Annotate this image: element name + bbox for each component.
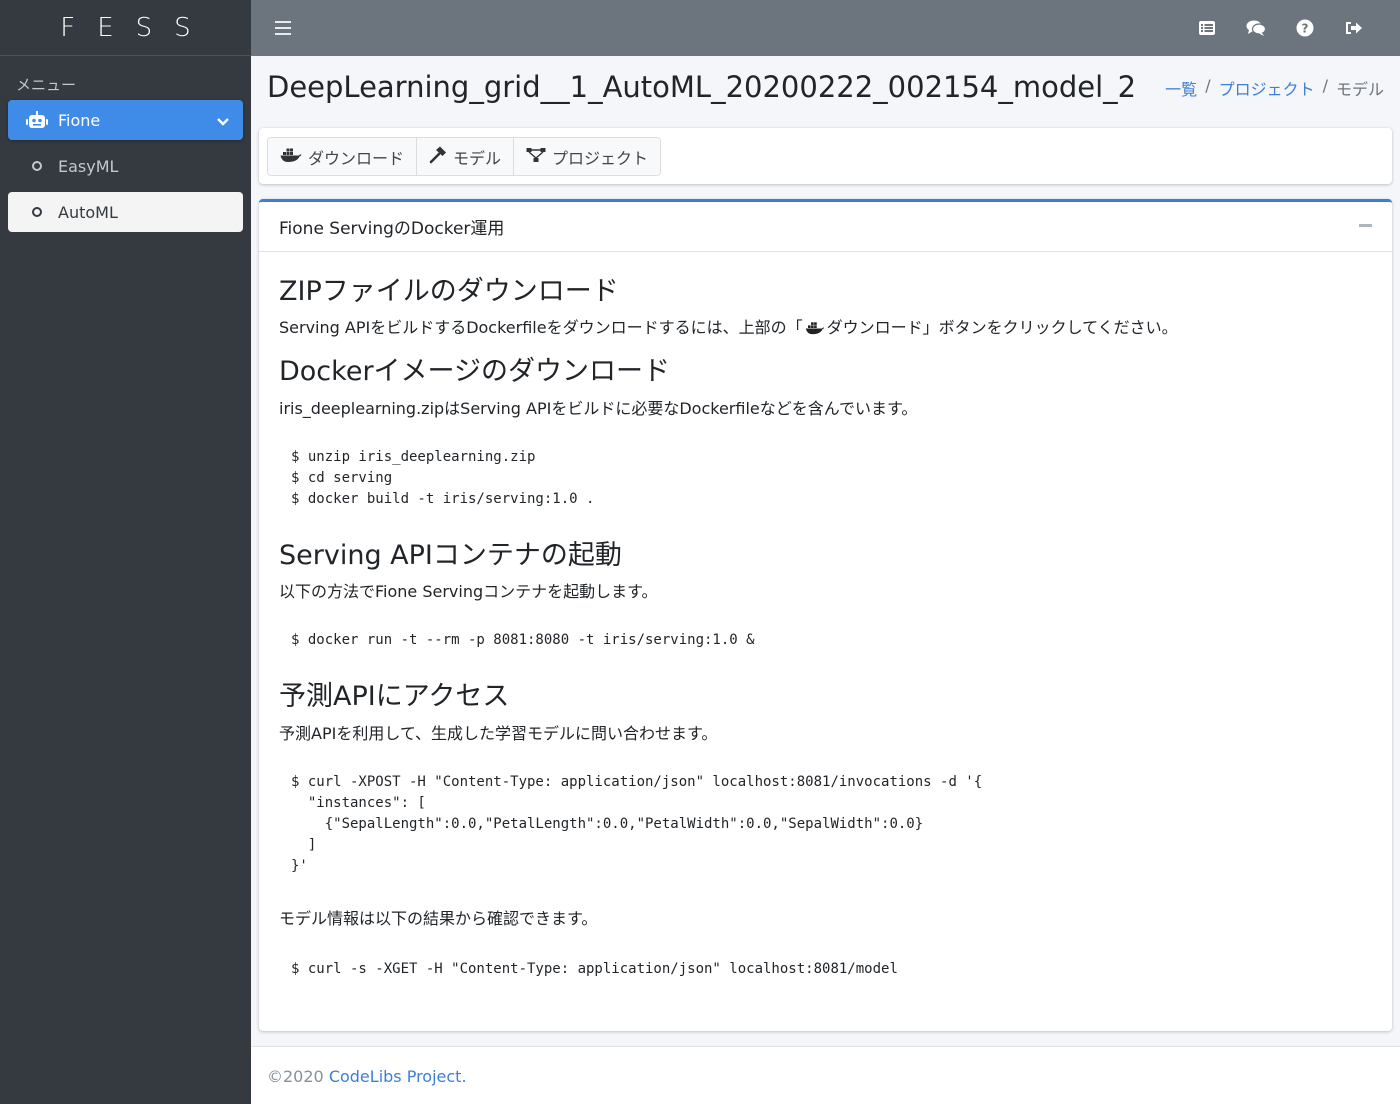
code-block: $ docker run -t --rm -p 8081:8080 -t iri…: [291, 632, 755, 649]
code-block: $ curl -s -XGET -H "Content-Type: applic…: [291, 960, 898, 977]
section-text: 以下の方法でFione Servingコンテナを起動します。: [279, 582, 658, 602]
sidebar-item-fione[interactable]: Fione: [8, 100, 243, 140]
circle-icon: [24, 207, 50, 217]
section-heading: Serving APIコンテナの起動: [279, 539, 622, 571]
toolbar-button-group: ダウンロード モデル プロジェクト: [267, 137, 662, 176]
comments-icon[interactable]: [1231, 18, 1280, 38]
menu-header: メニュー: [16, 76, 77, 94]
section-text: モデル情報は以下の結果から確認できます。: [279, 908, 598, 928]
section-text: iris_deeplearning.zipはServing APIをビルドに必要…: [279, 398, 918, 418]
sidebar-item-label: AutoML: [58, 202, 118, 222]
brand-logo[interactable]: FESS: [0, 0, 251, 56]
chevron-down-icon: [217, 112, 229, 131]
brand-text: FESS: [60, 12, 213, 43]
sidebar-item-easyml[interactable]: EasyML: [8, 146, 243, 186]
sidebar-item-label: EasyML: [58, 156, 119, 176]
top-navbar: ?: [251, 0, 1400, 56]
collapse-icon[interactable]: [1359, 224, 1372, 227]
model-button[interactable]: モデル: [417, 138, 515, 175]
section-text: Serving APIをビルドするDockerfileをダウンロードするには、上…: [279, 316, 1372, 342]
card-header: Fione ServingのDocker運用: [259, 202, 1392, 252]
help-icon[interactable]: ?: [1280, 18, 1329, 38]
docker-usage-card: Fione ServingのDocker運用 ZIPファイルのダウンロード Se…: [259, 199, 1392, 1031]
breadcrumb-current: モデル: [1335, 80, 1384, 99]
section-text: 予測APIを利用して、生成した学習モデルに問い合わせます。: [279, 723, 718, 743]
project-button[interactable]: プロジェクト: [514, 138, 661, 175]
section-heading: ZIPファイルのダウンロード: [279, 276, 619, 307]
code-block: $ curl -XPOST -H "Content-Type: applicat…: [291, 773, 983, 874]
code-block: $ unzip iris_deeplearning.zip $ cd servi…: [291, 448, 595, 507]
codelibs-link[interactable]: CodeLibs Project: [329, 1067, 462, 1086]
docker-icon: [805, 318, 825, 342]
robot-icon: [24, 111, 50, 129]
toolbar-card: ダウンロード モデル プロジェクト: [259, 128, 1392, 184]
sign-out-icon[interactable]: [1329, 18, 1378, 38]
model-button-label: モデル: [453, 148, 502, 168]
top-icons: ?: [1182, 18, 1378, 38]
circle-icon: [24, 161, 50, 171]
svg-text:?: ?: [1301, 22, 1308, 36]
download-button[interactable]: ダウンロード: [268, 138, 418, 175]
card-title: Fione ServingのDocker運用: [279, 219, 505, 239]
list-icon[interactable]: [1182, 18, 1231, 38]
project-button-label: プロジェクト: [552, 148, 649, 168]
hamburger-menu-icon[interactable]: [275, 21, 291, 35]
section-heading: Dockerイメージのダウンロード: [279, 356, 670, 388]
sidebar-item-label: Fione: [58, 110, 101, 130]
breadcrumb-list-link[interactable]: 一覧: [1165, 76, 1197, 100]
card-body: ZIPファイルのダウンロード Serving APIをビルドするDockerfi…: [259, 252, 1392, 1000]
section-heading: 予測APIにアクセス: [279, 681, 510, 713]
docker-icon: [280, 147, 302, 167]
sidebar-item-automl[interactable]: AutoML: [8, 192, 243, 232]
footer: ©2020 CodeLibs Project.: [251, 1046, 1400, 1104]
sitemap-icon: [526, 147, 546, 167]
page-title: DeepLearning_grid__1_AutoML_20200222_002…: [267, 70, 1137, 104]
breadcrumb-project-link[interactable]: プロジェクト: [1219, 76, 1315, 100]
content-header: DeepLearning_grid__1_AutoML_20200222_002…: [251, 56, 1400, 126]
hammer-icon: [429, 146, 447, 168]
breadcrumb: 一覧 / プロジェクト / モデル: [1165, 76, 1384, 100]
sidebar: FESS メニュー Fione EasyML AutoML: [0, 0, 251, 1104]
download-button-label: ダウンロード: [308, 148, 405, 168]
